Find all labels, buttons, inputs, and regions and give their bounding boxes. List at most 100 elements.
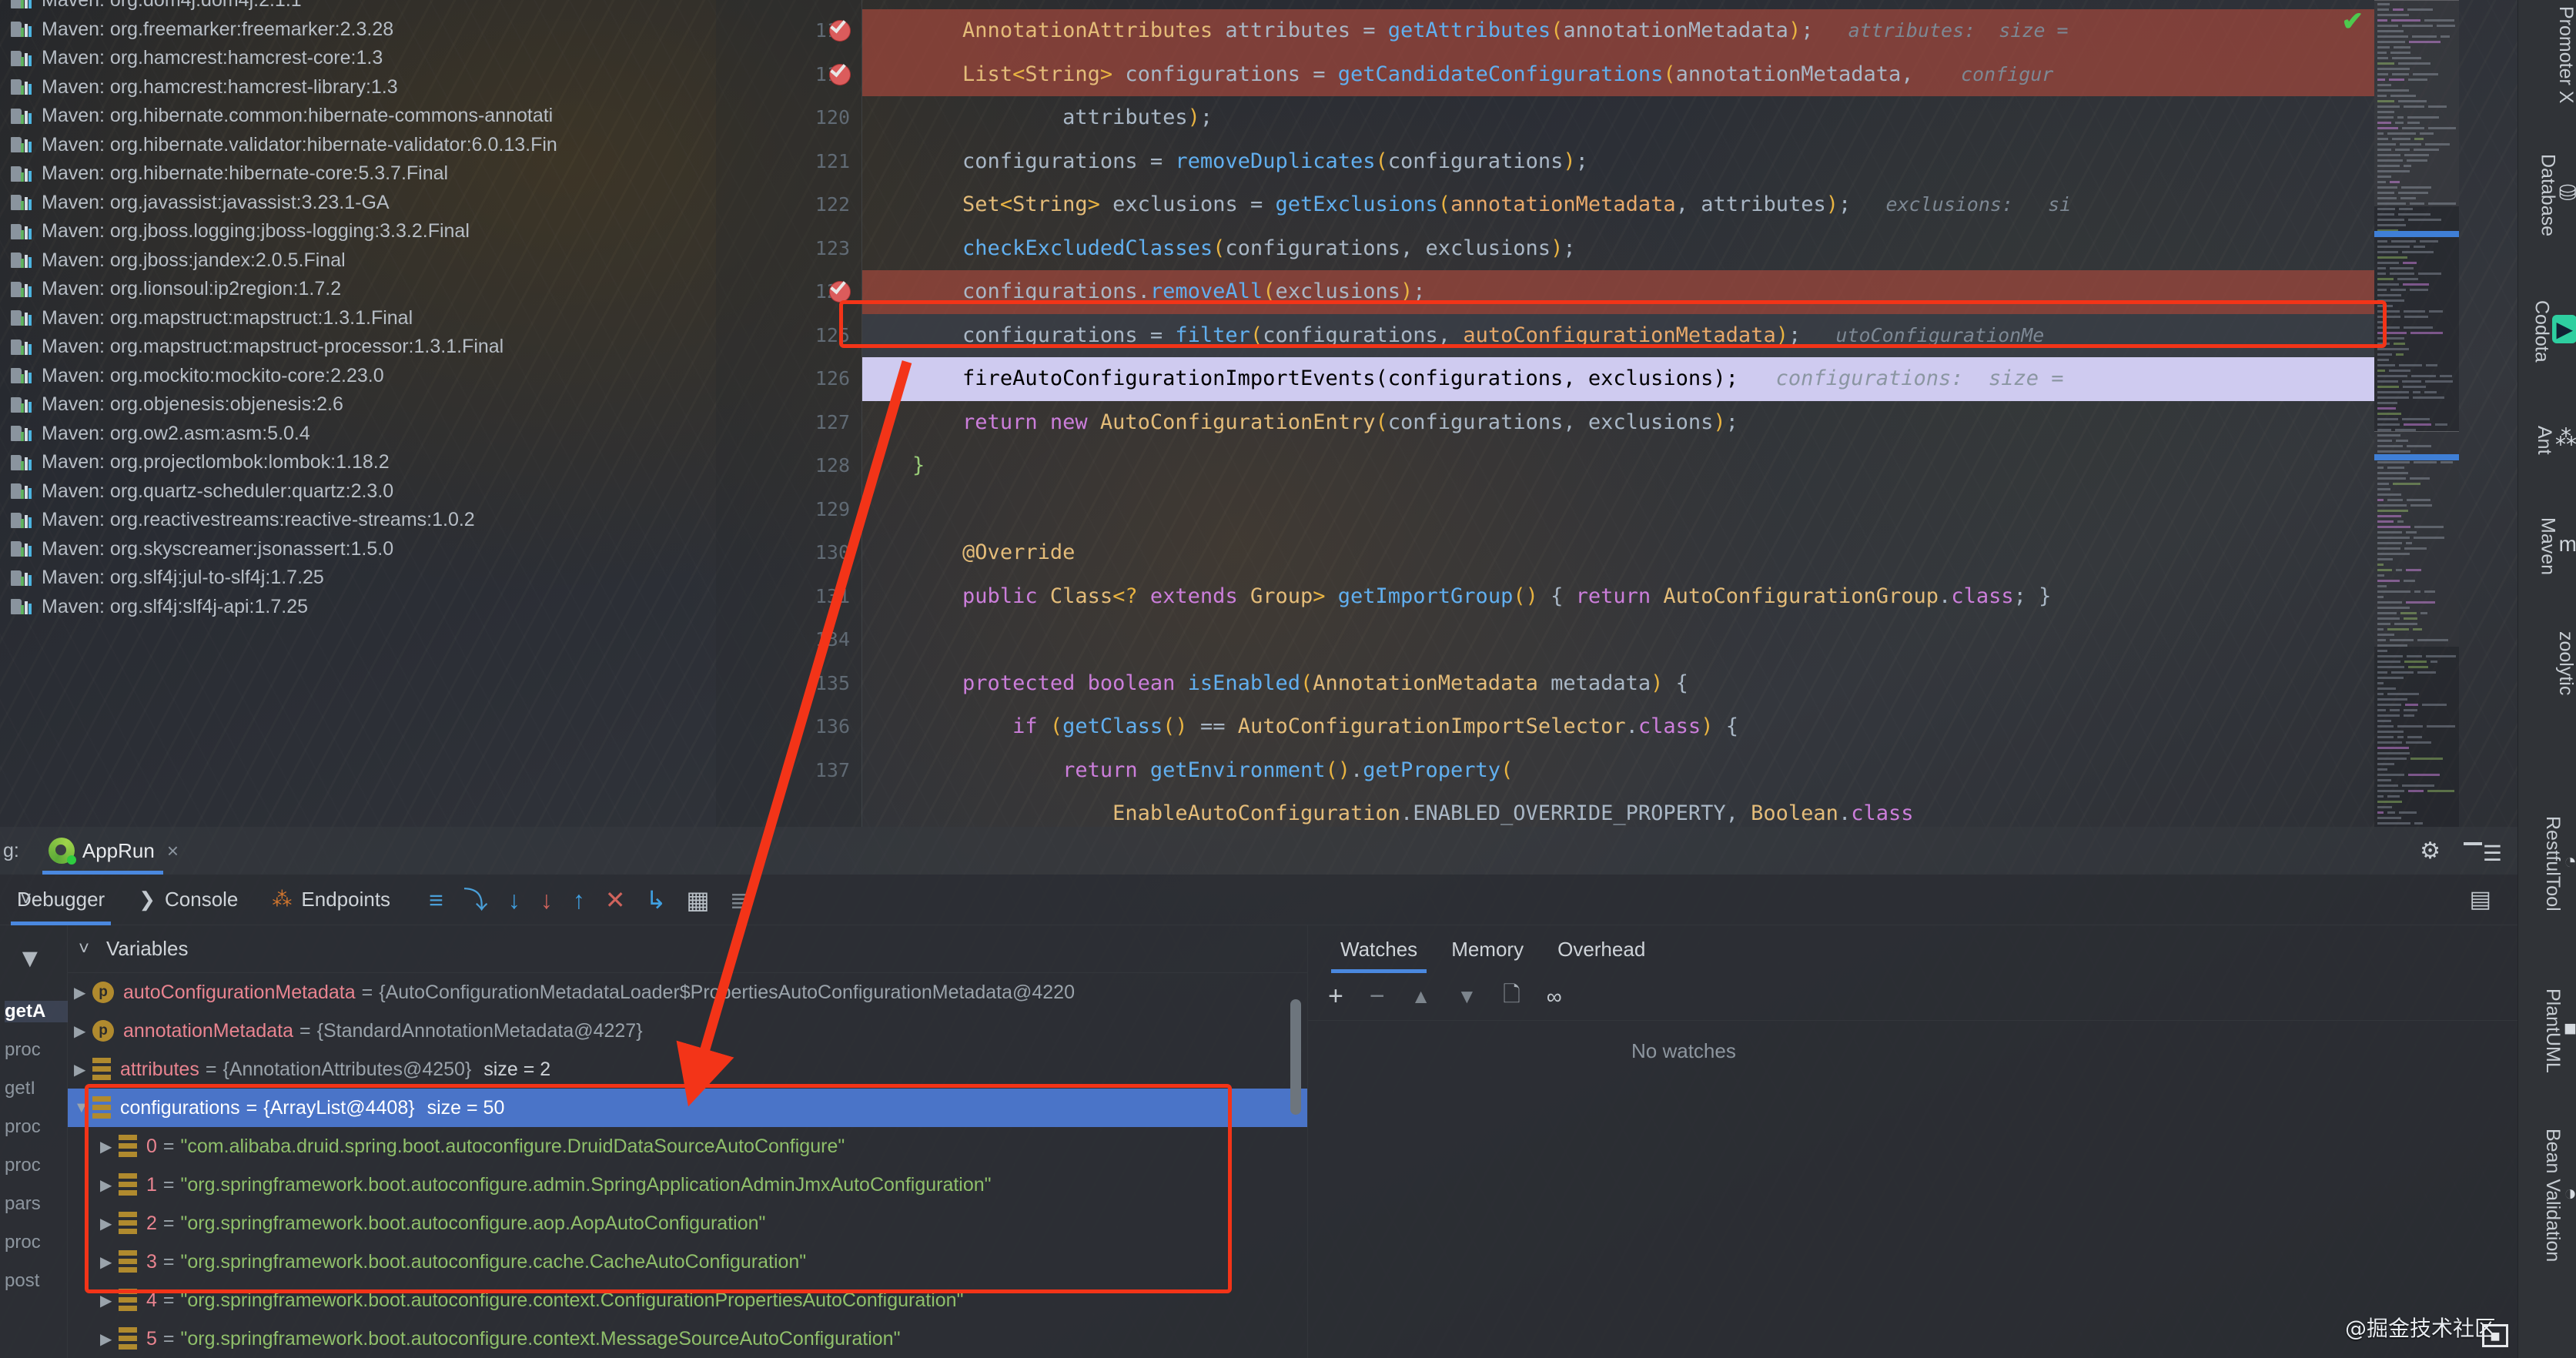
step-into-icon[interactable]: ↓ (508, 888, 520, 912)
debugger-step-toolbar[interactable]: ≡⤵↓↓↑✕↳▦≣ (429, 888, 750, 912)
tree-item[interactable]: Maven: org.skyscreamer:jsonassert:1.5.0 (0, 535, 716, 564)
force-step-into-icon[interactable]: ↓ (540, 888, 553, 912)
variable-row[interactable]: ▶attributes={AnnotationAttributes@4250}s… (68, 1050, 1307, 1089)
variables-pane[interactable]: ˅ Variables ▶pautoConfigurationMetadata=… (68, 925, 1307, 1358)
expand-triangle-icon[interactable]: ▶ (100, 1176, 119, 1195)
code-line[interactable]: } (862, 444, 2374, 488)
tree-item[interactable]: Maven: org.jboss:jandex:2.0.5.Final (0, 246, 716, 276)
code-line[interactable]: checkExcludedClasses(configurations, exc… (862, 227, 2374, 271)
code-line[interactable]: configurations = removeDuplicates(config… (862, 140, 2374, 184)
code-line[interactable]: attributes); (862, 96, 2374, 140)
watches-pane[interactable]: WatchesMemoryOverhead + − ▲ ▼ 🗋 ∞ No wat… (1307, 925, 2517, 1358)
expand-triangle-icon[interactable]: ▶ (100, 1291, 119, 1310)
frame-item[interactable]: proc (5, 1039, 41, 1061)
tree-item[interactable]: Maven: org.hibernate.validator:hibernate… (0, 131, 716, 160)
inspect-icon[interactable]: ∞ (1547, 985, 1562, 1009)
code-line[interactable]: AnnotationAttributes attributes = getAtt… (862, 9, 2374, 53)
move-down-icon[interactable]: ▼ (1457, 985, 1477, 1008)
gear-icon[interactable]: ⚙ (2420, 838, 2441, 865)
minimize-icon[interactable] (2464, 842, 2482, 845)
tool-button-maven[interactable]: mMaven (2518, 517, 2576, 575)
drop-frame-icon[interactable]: ✕ (605, 888, 626, 912)
tab-endpoints[interactable]: ⁂Endpoints (255, 875, 407, 925)
minimap-viewport[interactable] (2374, 0, 2459, 206)
tree-item[interactable]: Maven: org.javassist:javassist:3.23.1-GA (0, 189, 716, 218)
variable-row[interactable]: ▶pannotationMetadata={StandardAnnotation… (68, 1012, 1307, 1050)
tree-item[interactable]: Maven: org.lionsoul:ip2region:1.7.2 (0, 275, 716, 304)
tool-button-zoolytic[interactable]: zoolytic (2518, 631, 2576, 695)
variable-row[interactable]: ▼configurations={ArrayList@4408}size = 5… (68, 1089, 1307, 1127)
code-line[interactable]: return new AutoConfigurationEntry(config… (862, 401, 2374, 445)
add-watch-icon[interactable]: + (1328, 982, 1343, 1012)
frame-item[interactable]: proc (5, 1116, 41, 1138)
tree-item[interactable]: Maven: org.hibernate:hibernate-core:5.3.… (0, 159, 716, 189)
expand-triangle-icon[interactable]: ▶ (100, 1214, 119, 1233)
run-configuration-bar[interactable]: g: AppRun × ⚙ (0, 827, 2517, 875)
run-tab-apprun[interactable]: AppRun × (42, 827, 185, 875)
minimap-viewport-secondary[interactable] (2374, 431, 2459, 647)
code-line[interactable]: public Class<? extends Group> getImportG… (862, 575, 2374, 619)
frame-item[interactable]: proc (5, 1232, 41, 1253)
close-icon[interactable]: × (167, 839, 179, 863)
tree-item[interactable]: Maven: org.hibernate.common:hibernate-co… (0, 102, 716, 131)
variable-row[interactable]: ▶pautoConfigurationMetadata={AutoConfigu… (68, 973, 1307, 1012)
filter-icon[interactable]: ▼ (17, 944, 43, 974)
expand-triangle-icon[interactable]: ▶ (100, 1330, 119, 1349)
run-to-cursor-icon[interactable]: ↳ (646, 888, 667, 912)
tool-button-promoter-x[interactable]: Promoter X (2518, 6, 2576, 103)
frames-rail[interactable]: ˅ ▼ getAprocgetIprocprocparsprocpost (0, 925, 68, 1358)
variable-row[interactable]: ▶5="org.springframework.boot.autoconfigu… (68, 1320, 1307, 1358)
variable-row[interactable]: ▶3="org.springframework.boot.autoconfigu… (68, 1243, 1307, 1281)
code-line[interactable]: EnableAutoConfiguration.ENABLED_OVERRIDE… (862, 792, 2374, 827)
code-line[interactable]: List<String> configurations = getCandida… (862, 53, 2374, 97)
tree-item[interactable]: Maven: org.mapstruct:mapstruct-processor… (0, 333, 716, 362)
code-line[interactable]: @Override (862, 531, 2374, 575)
tool-button-ant[interactable]: ⁂Ant (2518, 425, 2576, 455)
remove-watch-icon[interactable]: − (1370, 982, 1385, 1012)
code-line[interactable]: return getEnvironment().getProperty( (862, 749, 2374, 793)
code-editor[interactable]: 1181191201211221231241251261271281291301… (716, 0, 2517, 827)
variable-row[interactable]: ▶0="com.alibaba.druid.spring.boot.autoco… (68, 1127, 1307, 1166)
tree-item[interactable]: Maven: org.reactivestreams:reactive-stre… (0, 506, 716, 535)
expand-triangle-icon[interactable]: ▶ (100, 1253, 119, 1272)
watches-toolbar[interactable]: + − ▲ ▼ 🗋 ∞ (1308, 973, 2517, 1021)
tree-item[interactable]: Maven: org.hamcrest:hamcrest-library:1.3 (0, 73, 716, 102)
frame-item[interactable]: post (5, 1270, 39, 1292)
tab-console[interactable]: ❯Console (122, 875, 255, 925)
code-line[interactable]: fireAutoConfigurationImportEvents(config… (862, 357, 2374, 401)
editor-gutter[interactable]: 1181191201211221231241251261271281291301… (716, 0, 862, 827)
frame-item[interactable]: getA (5, 1001, 68, 1022)
tool-button-database[interactable]: ⛁Database (2518, 154, 2576, 236)
code-lines[interactable]: AnnotationAttributes attributes = getAtt… (862, 0, 2374, 827)
step-over-icon[interactable]: ⤵ (463, 888, 488, 912)
variable-row[interactable]: ▶2="org.springframework.boot.autoconfigu… (68, 1204, 1307, 1243)
tool-button-plantuml[interactable]: ■PlantUML (2518, 988, 2576, 1073)
expand-triangle-icon[interactable]: ▶ (74, 1060, 92, 1079)
code-line[interactable]: if (getClass() == AutoConfigurationImpor… (862, 705, 2374, 749)
code-line[interactable] (862, 488, 2374, 532)
editor-minimap[interactable] (2374, 0, 2459, 827)
tree-item[interactable]: Maven: org.quartz-scheduler:quartz:2.3.0 (0, 477, 716, 507)
tool-button-bean-validation[interactable]: ◑Bean Validation (2518, 1129, 2576, 1262)
project-tool-window[interactable]: Maven: org.dom4j:dom4j:2.1.1Maven: org.f… (0, 0, 716, 827)
code-line[interactable]: configurations = filter(configurations, … (862, 314, 2374, 358)
breakpoint-icon[interactable] (830, 21, 850, 41)
tab-overhead[interactable]: Overhead (1542, 925, 1661, 973)
tree-item[interactable]: Maven: org.freemarker:freemarker:2.3.28 (0, 15, 716, 45)
layout-settings-icon[interactable]: ☰ (2483, 841, 2502, 866)
tab-memory[interactable]: Memory (1436, 925, 1539, 973)
expand-triangle-icon[interactable]: ▼ (74, 1099, 92, 1117)
frame-item[interactable]: pars (5, 1193, 41, 1215)
settings-panel-icon[interactable]: ▤ (2470, 886, 2491, 913)
variable-row[interactable]: ▶1="org.springframework.boot.autoconfigu… (68, 1166, 1307, 1204)
tree-item[interactable]: Maven: org.slf4j:slf4j-api:1.7.25 (0, 593, 716, 622)
tree-item[interactable]: Maven: org.mapstruct:mapstruct:1.3.1.Fin… (0, 304, 716, 333)
expand-triangle-icon[interactable]: ▶ (74, 1022, 92, 1041)
tree-item[interactable]: Maven: org.projectlombok:lombok:1.18.2 (0, 448, 716, 477)
copy-icon[interactable]: 🗋 (1503, 978, 1521, 1015)
tree-item[interactable]: Maven: org.dom4j:dom4j:2.1.1 (0, 0, 716, 15)
move-up-icon[interactable]: ▲ (1411, 985, 1431, 1008)
right-tool-strip[interactable]: Promoter X⛁Database▶Codota⁂AntmMavenzool… (2517, 0, 2576, 1358)
tree-item[interactable]: Maven: org.objenesis:objenesis:2.6 (0, 390, 716, 420)
tool-button-restfultool[interactable]: ◔RestfulTool (2518, 816, 2576, 911)
